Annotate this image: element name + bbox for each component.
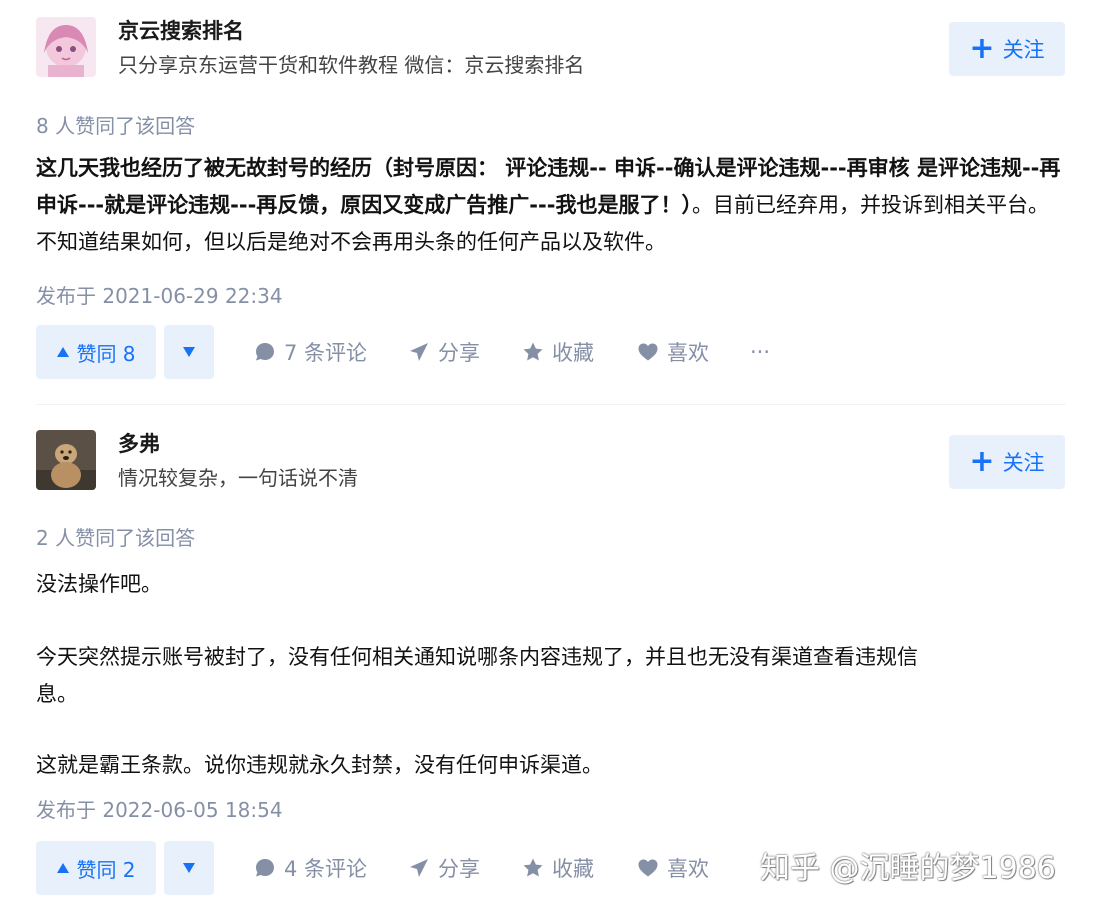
like-label: 喜欢 — [667, 857, 709, 881]
star-icon — [523, 858, 543, 877]
share-icon — [410, 859, 428, 877]
answer-item: 多弗 情况较复杂，一句话说不清 + 关注 2 人赞同了该回答 没法操作吧。 今天… — [0, 0, 1098, 909]
collect-label: 收藏 — [552, 857, 594, 881]
share-button[interactable]: 分享 — [408, 841, 480, 895]
avatar[interactable] — [36, 430, 96, 490]
collect-button[interactable]: 收藏 — [522, 841, 594, 895]
answer-paragraph: 这就是霸王条款。说你违规就永久封禁，没有任何申诉渠道。 — [36, 753, 603, 777]
publish-time[interactable]: 发布于 2022-06-05 18:54 — [36, 794, 283, 823]
heart-icon — [638, 859, 658, 877]
author-name[interactable]: 多弗 — [118, 428, 160, 458]
triangle-down-icon — [183, 863, 195, 873]
plus-icon: + — [969, 444, 995, 479]
like-button[interactable]: 喜欢 — [637, 841, 709, 895]
vote-down-button[interactable] — [164, 841, 214, 895]
triangle-up-icon — [57, 863, 70, 873]
follow-label: 关注 — [1002, 451, 1045, 475]
voters-count: 2 人赞同了该回答 — [36, 526, 196, 550]
vote-up-button[interactable]: 赞同 2 — [36, 841, 156, 895]
answer-paragraph: 息。 — [36, 682, 78, 706]
vote-up-label: 赞同 2 — [76, 857, 136, 882]
answer-paragraph: 没法操作吧。 — [36, 572, 162, 596]
share-label: 分享 — [438, 857, 480, 881]
comment-icon — [256, 859, 274, 877]
comment-label: 4 条评论 — [284, 857, 368, 881]
watermark: 知乎 @沉睡的梦1986 — [760, 851, 1056, 886]
comment-button[interactable]: 4 条评论 — [254, 841, 367, 895]
author-bio: 情况较复杂，一句话说不清 — [118, 466, 358, 490]
follow-button[interactable]: + 关注 — [949, 435, 1065, 489]
answer-paragraph: 今天突然提示账号被封了，没有任何相关通知说哪条内容违规了，并且也无没有渠道查看违… — [36, 645, 918, 669]
